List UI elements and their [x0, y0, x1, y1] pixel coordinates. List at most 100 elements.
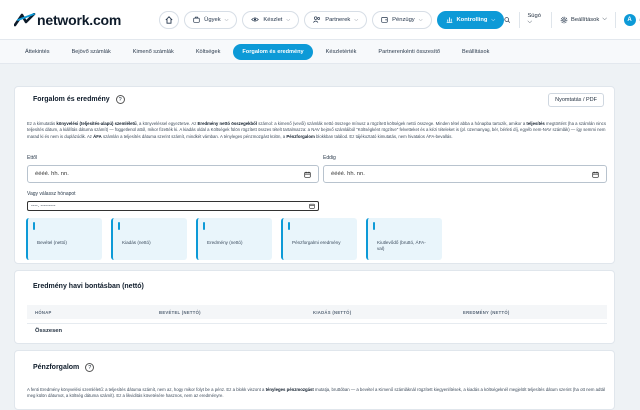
total-label: Összesen	[35, 328, 62, 334]
desc-bold: könyvelési (teljesítés-alapú) szemléletű	[56, 121, 136, 126]
desc-part: számlán a teljesítés dátuma szerint szám…	[102, 134, 287, 139]
kpi-label: Bevétel (nettó)	[37, 240, 67, 246]
kpi-outstanding: Kiutlevődő (bruttó, ÁFA-val)	[366, 218, 442, 260]
tab-beallitasok[interactable]: Beállítások	[453, 44, 498, 60]
to-date-input[interactable]: éééé. hh. nn.	[323, 165, 607, 183]
chevron-down-icon: ⌵	[491, 17, 495, 23]
kpi-revenue: Bevétel (nettó)	[26, 218, 102, 260]
month-placeholder: ----. ---------	[31, 203, 55, 209]
nav-item-partnerek[interactable]: Partnerek ⌵	[304, 11, 367, 29]
sub-tabs: Áttekintés Bejövő számlák Kimenő számlák…	[0, 40, 640, 64]
brand-name: network.com	[37, 12, 121, 28]
col-revenue: BEVÉTEL (NETTÓ)	[159, 310, 201, 315]
col-expense: KIADÁS (NETTÓ)	[313, 310, 351, 315]
month-label: Vagy válassz hónapot	[27, 191, 76, 197]
nav-item-label: Ügyek	[204, 17, 220, 23]
date-placeholder: éééé. hh. nn.	[331, 171, 365, 177]
cashflow-title-text: Pénzforgalom	[33, 364, 79, 371]
chevron-down-icon: ⌵	[419, 17, 423, 23]
nav-item-ugyek[interactable]: Ügyek ⌵	[184, 11, 237, 29]
wallet-icon	[381, 16, 388, 23]
briefcase-icon	[193, 16, 200, 23]
avatar: A	[624, 14, 636, 26]
desc-bold: ÁFA	[93, 134, 102, 139]
monthly-breakdown-card: Eredmény havi bontásban (nettó) HÓNAP BE…	[14, 270, 615, 344]
calendar-icon[interactable]	[592, 171, 599, 178]
tab-partnerenkenti-osszesito[interactable]: Partnerenkénti összesítő	[369, 44, 449, 60]
kpi-accent	[288, 222, 290, 230]
kpi-label: Kiutlevődő (bruttó, ÁFA-val)	[377, 240, 427, 252]
search-icon[interactable]	[504, 16, 510, 24]
cashflow-description: A fenti Eredmény könyvelési szemléletű: …	[27, 387, 607, 400]
to-label: Eddig	[323, 155, 336, 161]
date-placeholder: éééé. hh. nn.	[35, 171, 69, 177]
monthly-title: Eredmény havi bontásban (nettó)	[33, 283, 144, 290]
nav-item-label: Készlet	[263, 17, 282, 23]
nav-home-button[interactable]	[159, 11, 179, 29]
help-menu[interactable]: Súgó ⌵	[527, 13, 543, 26]
desc-bold: Pénzforgalom	[286, 134, 314, 139]
table-header: HÓNAP BEVÉTEL (NETTÓ) KIADÁS (NETTÓ) ERE…	[27, 305, 607, 319]
tab-keszletertek[interactable]: Készletérték	[317, 44, 366, 60]
chart-icon	[446, 16, 453, 23]
kpi-accent	[118, 222, 120, 230]
help-icon[interactable]: ?	[85, 363, 94, 372]
desc-part: , a könyveléssel egyeztetve. Az	[137, 121, 198, 126]
nav-item-label: Pénzügy	[392, 17, 415, 23]
main-nav: Ügyek ⌵ Készlet ⌵ Partnerek ⌵ Pénzügy ⌵ Kont…	[159, 11, 504, 29]
chevron-down-icon: ⌵	[225, 17, 229, 23]
home-icon	[165, 16, 173, 24]
settings-label: Beállítások	[571, 17, 599, 23]
page-title: Forgalom és eredmény ?	[33, 95, 125, 104]
calendar-icon[interactable]	[309, 203, 315, 209]
kpi-expense: Kiadás (nettó)	[111, 218, 187, 260]
chevron-down-icon: ⌵	[527, 19, 531, 25]
nav-item-label: Kontrolling	[457, 17, 488, 23]
tab-forgalom-es-eredmeny[interactable]: Forgalom és eredmény	[233, 44, 312, 60]
print-pdf-button[interactable]: Nyomtatás / PDF	[548, 93, 604, 107]
user-menu[interactable]: A admin ⌵	[624, 14, 640, 26]
month-picker[interactable]: ----. ---------	[27, 201, 319, 211]
chevron-down-icon: ⌵	[286, 17, 290, 23]
chevron-down-icon: ⌵	[354, 17, 358, 23]
tab-kimeno-szamlak[interactable]: Kimenő számlák	[124, 44, 183, 60]
desc-part: blokkban találod. Ez tájékoztató kimutat…	[315, 134, 453, 139]
from-date-input[interactable]: éééé. hh. nn.	[27, 165, 319, 183]
nav-item-label: Partnerek	[325, 17, 350, 23]
kpi-label: Kiadás (nettó)	[122, 240, 151, 246]
nav-item-keszlet[interactable]: Készlet ⌵	[242, 11, 299, 29]
cashflow-card: Pénzforgalom ? A fenti Eredmény könyvelé…	[14, 350, 615, 410]
calendar-icon[interactable]	[304, 171, 311, 178]
tab-attekintes[interactable]: Áttekintés	[16, 44, 59, 60]
divider	[551, 12, 552, 28]
nav-item-penzugy[interactable]: Pénzügy ⌵	[372, 11, 431, 29]
col-result: EREDMÉNY (NETTÓ)	[463, 310, 510, 315]
eye-icon	[251, 16, 259, 23]
cashflow-title: Pénzforgalom ?	[33, 363, 94, 372]
from-label: Ettől	[27, 155, 37, 161]
brand-logo[interactable]: network.com	[14, 12, 121, 28]
desc-part: számol: a kimenő (vevői) számlák nettó ö…	[257, 121, 526, 126]
kpi-accent	[373, 222, 375, 230]
settings-menu[interactable]: Beállítások ⌵	[560, 16, 607, 24]
tab-koltsegek[interactable]: Költségek	[187, 44, 230, 60]
logo-mark-icon	[14, 13, 36, 27]
users-icon	[313, 16, 321, 23]
description-text: Ez a kimutatás könyvelési (teljesítés-al…	[27, 121, 607, 140]
chevron-down-icon: ⌵	[602, 16, 606, 23]
help-icon[interactable]: ?	[116, 95, 125, 104]
desc-bold: teljesítés	[526, 121, 544, 126]
kpi-accent	[203, 222, 205, 230]
tab-bejovo-szamlak[interactable]: Bejövő számlák	[63, 44, 120, 60]
kpi-accent	[33, 222, 35, 230]
desc-part: Ez a kimutatás	[27, 121, 56, 126]
nav-item-kontrolling[interactable]: Kontrolling⌵	[437, 11, 505, 29]
divider	[615, 12, 616, 28]
page-title-text: Forgalom és eredmény	[33, 96, 110, 103]
desc-part: A fenti Eredmény könyvelési szemléletű: …	[27, 387, 266, 392]
kpi-cashflow-result: Pénzforgalmi eredmény	[281, 218, 357, 260]
kpi-result: Eredmény (nettó)	[196, 218, 272, 260]
top-bar: network.com Ügyek ⌵ Készlet ⌵ Partnerek ⌵ P…	[0, 0, 640, 40]
table-total-row: Összesen	[27, 323, 607, 337]
divider	[519, 12, 520, 28]
